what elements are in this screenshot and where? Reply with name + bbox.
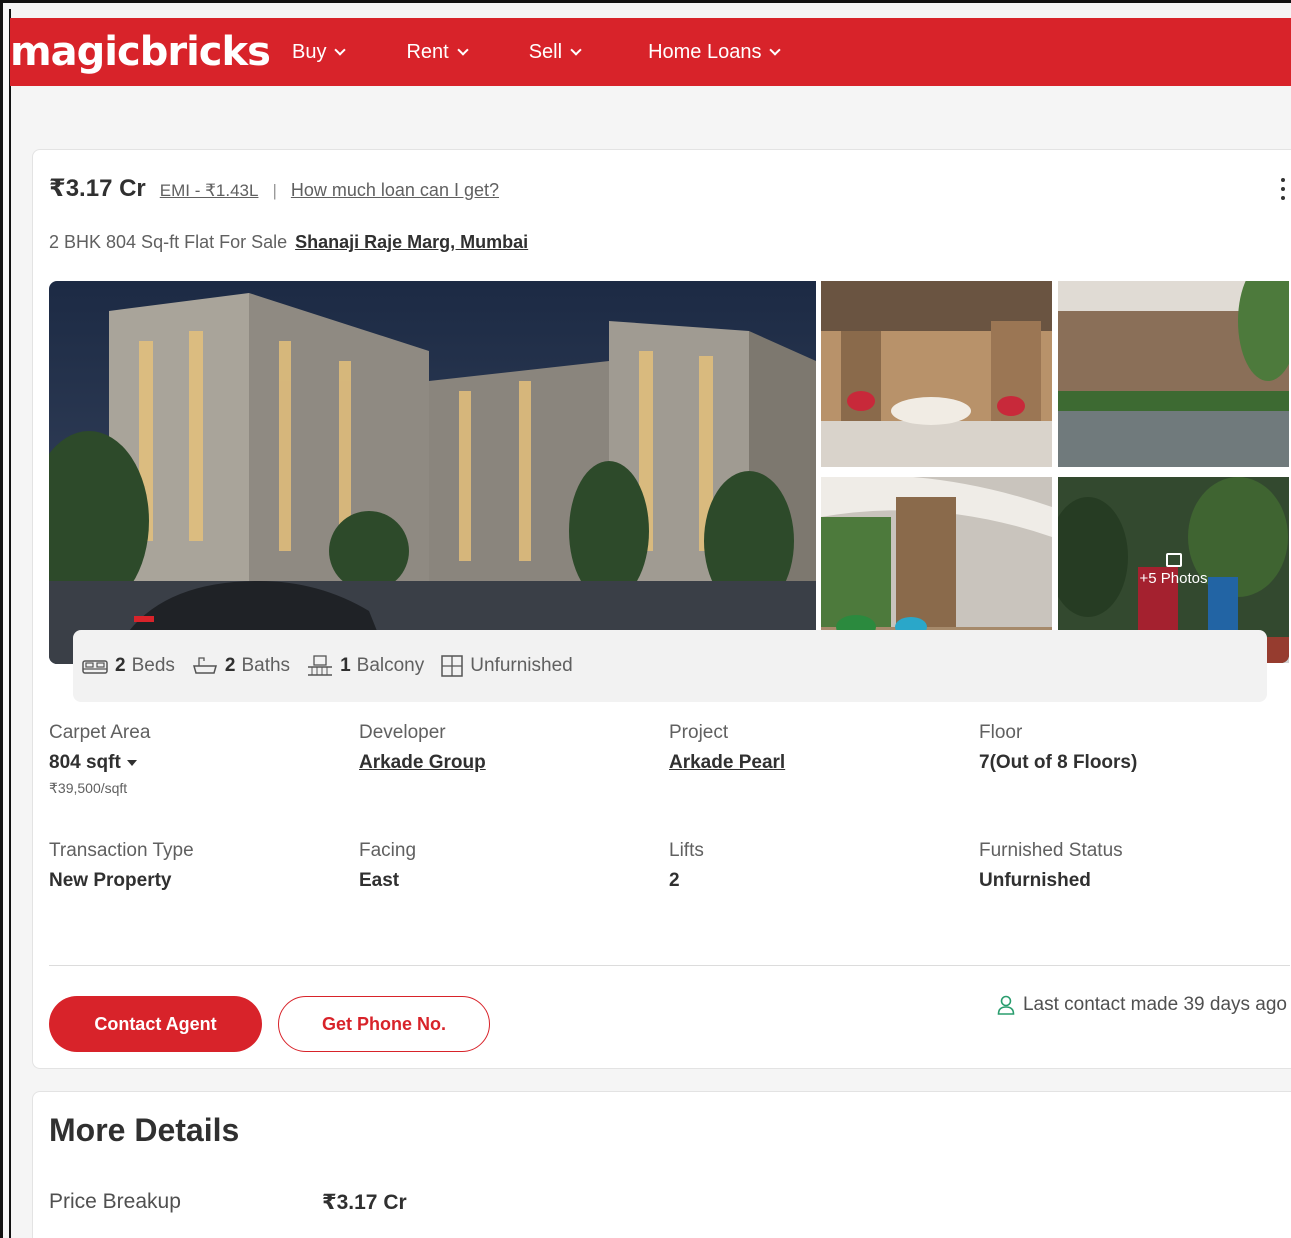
- carpet-area-value[interactable]: 804 sqft: [49, 752, 349, 774]
- floor-value: 7(Out of 8 Floors): [979, 752, 1138, 773]
- floor-label: Floor: [979, 722, 1023, 743]
- baths-count: 2: [224, 655, 236, 676]
- carpet-area-rate: ₹39,500/sqft: [49, 780, 128, 796]
- furnishing-summary: Unfurnished: [440, 654, 573, 678]
- last-contact-text: Last contact made 39 days ago: [1022, 994, 1287, 1015]
- user-icon: [997, 995, 1015, 1015]
- chevron-down-icon: [457, 44, 469, 56]
- balcony-label: Balcony: [356, 655, 425, 676]
- nav-rent-label: Rent: [406, 40, 449, 63]
- balcony-count: 1: [340, 655, 351, 676]
- emi-link[interactable]: EMI - ₹1.43L: [160, 181, 259, 201]
- nav-rent[interactable]: Rent: [406, 40, 469, 64]
- price-breakup-label: Price Breakup: [49, 1190, 181, 1213]
- property-summary-bar: 2 Beds 2 Baths 1 Balcony Unfurnished: [73, 630, 1267, 702]
- nav-buy-label: Buy: [292, 40, 327, 63]
- detail-lifts: Lifts 2: [669, 840, 969, 892]
- balcony-icon: [308, 655, 333, 676]
- photo-icon: [1165, 553, 1182, 567]
- chevron-down-icon: [570, 44, 582, 56]
- nav-buy[interactable]: Buy: [292, 40, 347, 64]
- last-contact-info: Last contact made 39 days ago: [997, 994, 1287, 1016]
- furnishing-icon: [441, 655, 463, 677]
- property-subtitle: 2 BHK 804 Sq-ft Flat For Sale Shanaji Raj…: [49, 232, 528, 253]
- transaction-type-label: Transaction Type: [49, 840, 194, 861]
- developer-link[interactable]: Arkade Group: [359, 752, 659, 774]
- bed-icon: [82, 660, 108, 674]
- carpet-area-label: Carpet Area: [49, 722, 151, 743]
- chevron-down-icon: [334, 44, 347, 56]
- detail-facing: Facing East: [359, 840, 659, 892]
- baths-summary: 2 Baths: [191, 655, 290, 677]
- top-navbar: magicbricks Buy Rent Sell Home Loans: [10, 18, 1291, 86]
- project-label: Project: [669, 722, 729, 743]
- nav-sell-label: Sell: [528, 40, 563, 63]
- thumbnail-courtyard[interactable]: [1058, 281, 1289, 467]
- detail-transaction-type: Transaction Type New Property: [49, 840, 349, 892]
- thumbnail-restaurant[interactable]: [821, 281, 1052, 467]
- detail-carpet-area: Carpet Area 804 sqft ₹39,500/sqft: [49, 722, 349, 797]
- more-photos-label: +5 Photos: [1139, 570, 1208, 587]
- beds-count: 2: [115, 655, 126, 676]
- more-details-title: More Details: [49, 1112, 240, 1148]
- lifts-value: 2: [669, 870, 680, 891]
- price: ₹3.17 Cr: [49, 175, 146, 202]
- main-building-photo[interactable]: [49, 281, 816, 664]
- lifts-label: Lifts: [669, 840, 704, 861]
- detail-developer: Developer Arkade Group: [359, 722, 659, 774]
- more-details-card: More Details Price Breakup ₹3.17 Cr: [32, 1091, 1291, 1238]
- balcony-summary: 1 Balcony: [306, 655, 424, 677]
- divider: [49, 965, 1290, 966]
- nav-home-loans-label: Home Loans: [648, 40, 762, 63]
- baths-label: Baths: [241, 655, 291, 676]
- furnished-status-value: Unfurnished: [979, 870, 1091, 891]
- detail-floor: Floor 7(Out of 8 Floors): [979, 722, 1279, 774]
- loan-eligibility-link[interactable]: How much loan can I get?: [291, 180, 499, 201]
- project-link[interactable]: Arkade Pearl: [669, 752, 969, 774]
- contact-agent-button[interactable]: Contact Agent: [49, 996, 262, 1052]
- facing-value: East: [359, 870, 400, 891]
- bathtub-icon: [192, 657, 217, 674]
- location-link[interactable]: Shanaji Raje Marg, Mumbai: [295, 232, 528, 252]
- separator: |: [272, 181, 277, 200]
- beds-label: Beds: [131, 655, 175, 676]
- beds-summary: 2 Beds: [81, 655, 175, 677]
- photo-gallery: +5 Photos: [49, 281, 1290, 664]
- detail-project: Project Arkade Pearl: [669, 722, 969, 774]
- price-row: ₹3.17 Cr EMI - ₹1.43L | How much loan ca…: [49, 174, 499, 203]
- price-breakup-value: ₹3.17 Cr: [322, 1191, 407, 1214]
- property-type: 2 BHK 804 Sq-ft Flat For Sale: [49, 232, 288, 252]
- get-phone-button[interactable]: Get Phone No.: [278, 996, 490, 1052]
- furnished-status-label: Furnished Status: [979, 840, 1123, 861]
- chevron-down-icon: [769, 44, 782, 56]
- facing-label: Facing: [359, 840, 417, 861]
- nav-sell[interactable]: Sell: [528, 40, 582, 64]
- nav-home-loans[interactable]: Home Loans: [648, 40, 782, 64]
- transaction-type-value: New Property: [49, 870, 172, 891]
- developer-label: Developer: [359, 722, 446, 743]
- detail-furnished-status: Furnished Status Unfurnished: [979, 840, 1279, 892]
- property-card: ₹3.17 Cr EMI - ₹1.43L | How much loan ca…: [32, 149, 1291, 1069]
- more-options-icon[interactable]: [1281, 178, 1287, 200]
- magicbricks-logo[interactable]: magicbricks: [10, 29, 290, 75]
- furnishing-label: Unfurnished: [470, 655, 573, 676]
- caret-down-icon: [126, 759, 137, 766]
